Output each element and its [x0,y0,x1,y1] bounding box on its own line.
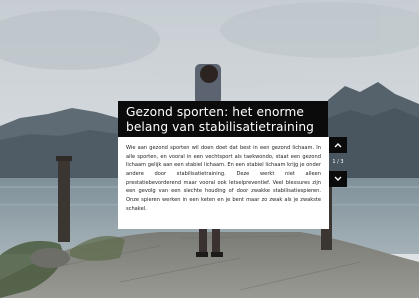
chevron-down-icon [334,176,342,181]
chevron-up-icon [334,143,342,148]
article-title: Gezond sporten: het enorme belang van st… [126,105,314,134]
previous-slide-button[interactable] [329,137,347,153]
article-excerpt: Wie aan gezond sporten wil doen doet dat… [126,145,321,212]
article-excerpt-panel: Wie aan gezond sporten wil doen doet dat… [118,137,329,229]
hero-slideshow: Gezond sporten: het enorme belang van st… [0,0,419,298]
next-slide-button[interactable] [329,171,347,187]
article-title-panel: Gezond sporten: het enorme belang van st… [118,101,328,137]
slide-counter: 1 / 3 [332,159,344,165]
slide-pager: 1 / 3 [329,137,347,187]
